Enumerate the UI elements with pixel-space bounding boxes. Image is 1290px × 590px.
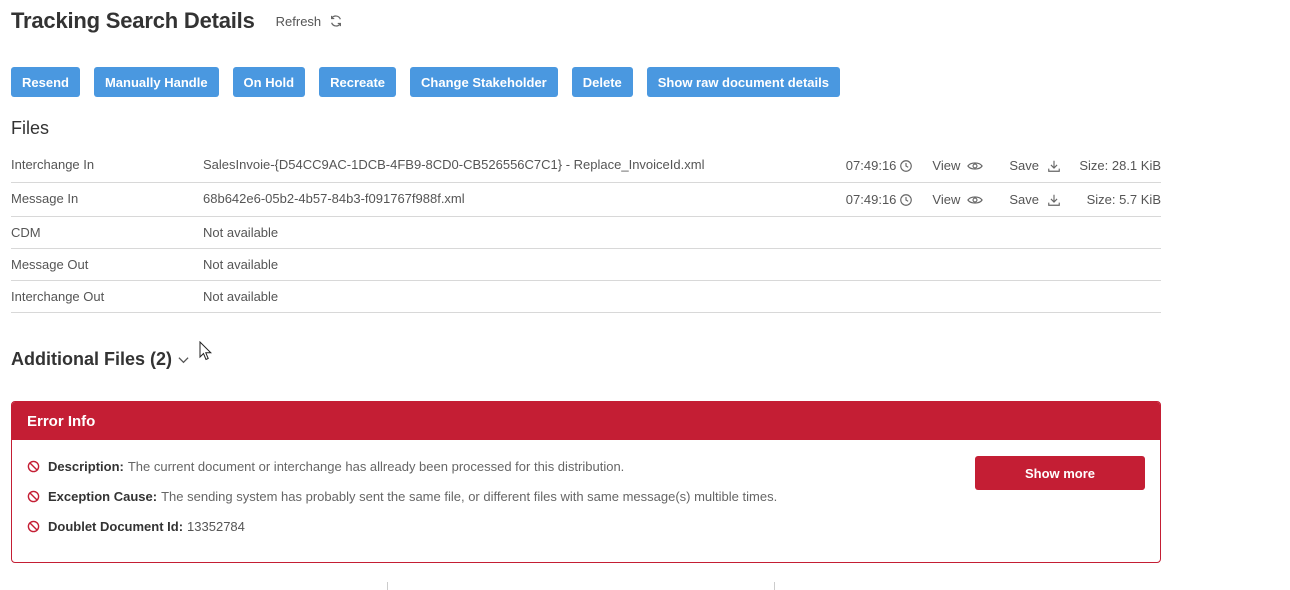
file-row-label: Interchange Out xyxy=(11,289,105,304)
file-row-message-out: Message Out Not available xyxy=(11,249,1161,281)
file-row-label: Interchange In xyxy=(11,157,95,172)
error-item-value: The current document or interchange has … xyxy=(127,459,625,474)
file-row-meta: 07:49:16 View Save Size: 28.1 KiB xyxy=(843,158,1161,173)
mouse-cursor-icon xyxy=(199,341,212,361)
file-time: 07:49:16 xyxy=(843,158,913,173)
file-row-value: Not available xyxy=(203,257,279,272)
on-hold-button[interactable]: On Hold xyxy=(232,67,306,97)
file-row-value: SalesInvoie-{D54CC9AC-1DCB-4FB9-8CD0-CB5… xyxy=(203,157,705,172)
error-item-key: Doublet Document Id: xyxy=(48,519,184,534)
refresh-button[interactable]: Refresh xyxy=(276,14,344,29)
file-time: 07:49:16 xyxy=(843,192,913,207)
file-row-message-in: Message In 68b642e6-05b2-4b57-84b3-f0917… xyxy=(11,183,1161,217)
error-item-value: 13352784 xyxy=(187,519,245,534)
divider xyxy=(387,582,388,590)
error-item-exception-cause: Exception Cause: The sending system has … xyxy=(27,489,777,504)
error-item-value: The sending system has probably sent the… xyxy=(161,489,778,504)
header: Tracking Search Details Refresh xyxy=(11,6,343,36)
files-title: Files xyxy=(11,118,50,138)
prohibited-icon xyxy=(27,460,40,473)
file-row-interchange-out: Interchange Out Not available xyxy=(11,281,1161,313)
refresh-label: Refresh xyxy=(275,13,322,29)
file-size: Size: 28.1 KiB xyxy=(1079,158,1161,173)
error-item-key: Exception Cause: xyxy=(48,489,158,504)
change-stakeholder-button[interactable]: Change Stakeholder xyxy=(410,67,558,97)
eye-icon xyxy=(967,195,984,204)
file-row-label: CDM xyxy=(11,225,41,240)
file-row-interchange-in: Interchange In SalesInvoie-{D54CC9AC-1DC… xyxy=(11,150,1161,183)
delete-button[interactable]: Delete xyxy=(571,67,633,97)
save-file-button[interactable]: Save xyxy=(1009,158,1061,173)
additional-files-title: Additional Files (2) xyxy=(11,349,173,369)
refresh-icon xyxy=(331,15,342,27)
prohibited-icon xyxy=(27,520,40,533)
clock-icon xyxy=(900,193,913,206)
files-table: Interchange In SalesInvoie-{D54CC9AC-1DC… xyxy=(11,150,1161,313)
file-row-value: 68b642e6-05b2-4b57-84b3-f091767f988f.xml xyxy=(203,191,465,206)
error-info-title: Error Info xyxy=(27,412,96,430)
file-size: Size: 5.7 KiB xyxy=(1086,192,1161,207)
download-icon xyxy=(1048,160,1060,172)
eye-icon xyxy=(967,161,984,170)
file-row-label: Message In xyxy=(11,191,79,206)
file-time-text: 07:49:16 xyxy=(845,192,897,207)
save-file-button[interactable]: Save xyxy=(1009,192,1061,207)
error-item-doublet-document-id: Doublet Document Id: 13352784 xyxy=(27,519,245,534)
download-icon xyxy=(1048,194,1060,206)
error-info-panel: Error Info Description: The current docu… xyxy=(11,401,1161,563)
page-title: Tracking Search Details xyxy=(11,8,255,33)
save-label: Save xyxy=(1009,192,1039,207)
divider xyxy=(774,582,775,590)
show-more-button[interactable]: Show more xyxy=(975,456,1145,490)
file-row-cdm: CDM Not available xyxy=(11,217,1161,249)
error-item-key: Description: xyxy=(48,459,124,474)
prohibited-icon xyxy=(27,490,40,503)
additional-files-toggle[interactable]: Additional Files (2) xyxy=(11,349,189,370)
recreate-button[interactable]: Recreate xyxy=(319,67,397,97)
view-label: View xyxy=(932,192,961,207)
file-row-label: Message Out xyxy=(11,257,89,272)
file-time-text: 07:49:16 xyxy=(845,158,897,173)
file-row-value: Not available xyxy=(203,289,279,304)
show-raw-document-details-button[interactable]: Show raw document details xyxy=(646,67,840,97)
file-row-value: Not available xyxy=(203,225,279,240)
error-item-description: Description: The current document or int… xyxy=(27,459,624,474)
save-label: Save xyxy=(1009,158,1039,173)
view-file-button[interactable]: View xyxy=(932,158,984,173)
view-file-button[interactable]: View xyxy=(932,192,984,207)
clock-icon xyxy=(900,159,913,172)
manually-handle-button[interactable]: Manually Handle xyxy=(93,67,219,97)
file-row-meta: 07:49:16 View Save Size: 5.7 KiB xyxy=(843,192,1161,207)
chevron-down-icon xyxy=(178,356,189,363)
view-label: View xyxy=(932,158,961,173)
action-toolbar: Resend Manually Handle On Hold Recreate … xyxy=(11,67,840,97)
resend-button[interactable]: Resend xyxy=(11,67,80,97)
error-info-header: Error Info xyxy=(12,402,1160,440)
